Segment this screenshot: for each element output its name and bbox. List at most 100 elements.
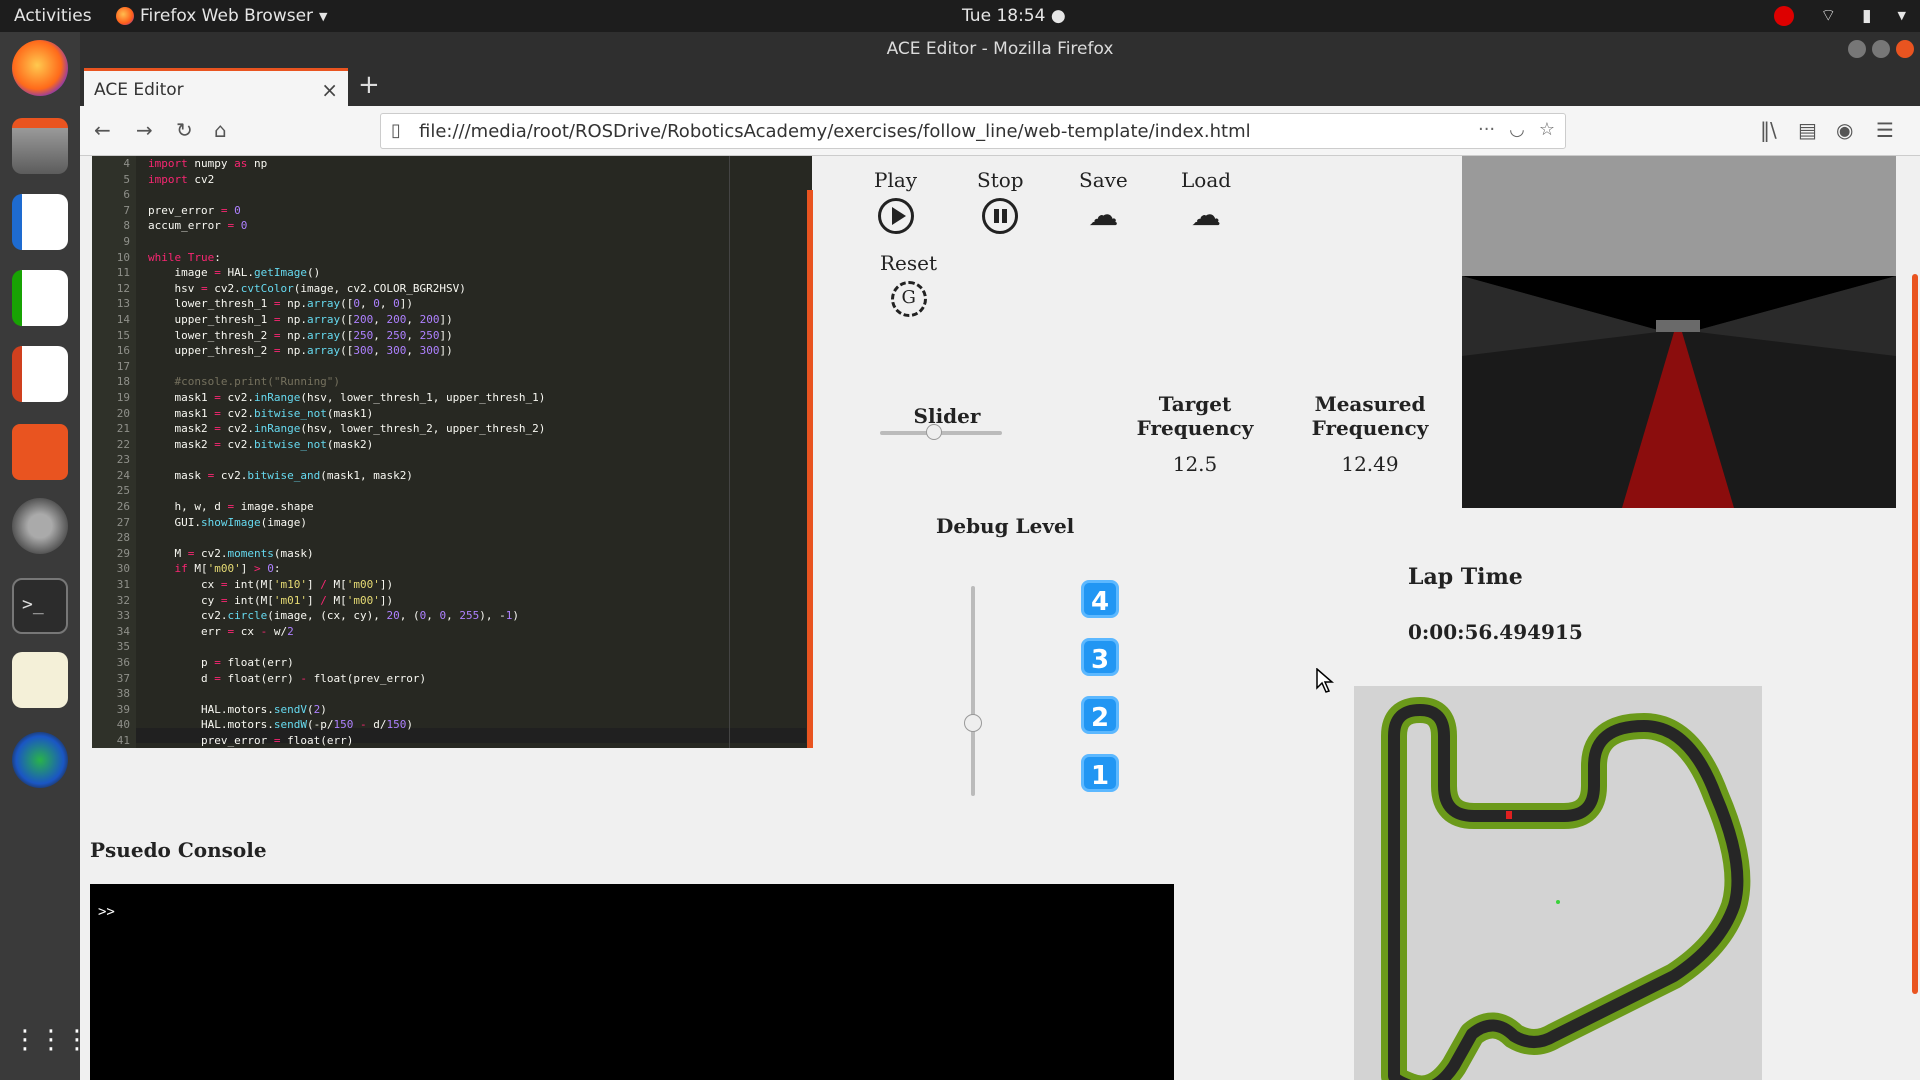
debug-level-4[interactable]: 4 [1081,580,1119,618]
code-line: hsv = cv2.cvtColor(image, cv2.COLOR_BGR2… [148,281,466,295]
reset-control[interactable]: Reset G [880,251,937,322]
hamburger-menu-icon[interactable]: ☰ [1876,118,1894,142]
line-number: 32 [116,593,130,607]
line-number: 11 [116,266,130,280]
code-line: image = HAL.getImage() [148,266,321,280]
text-editor-icon[interactable] [12,652,68,708]
debug-slider-thumb[interactable] [964,714,982,732]
dock: >_ ⋮⋮⋮ [0,32,90,1080]
close-tab-icon[interactable]: × [321,78,338,102]
line-number: 35 [116,640,130,654]
software-icon[interactable] [12,424,68,480]
tab-label: ACE Editor [94,80,184,100]
url-text: file:///media/root/ROSDrive/RoboticsAcad… [419,121,1251,142]
writer-icon[interactable] [12,194,68,250]
debug-level-2[interactable]: 2 [1081,696,1119,734]
account-icon[interactable]: ◉ [1836,118,1853,142]
target-frequency-label: Target Frequency [1110,392,1280,440]
play-icon[interactable] [877,198,914,234]
activities-button[interactable]: Activities [14,6,92,26]
bookmark-star-icon[interactable]: ☆ [1539,119,1555,140]
editor-scrollbar[interactable] [807,190,813,748]
app-menu[interactable]: Firefox Web Browser ▼ [116,6,328,26]
line-number: 26 [116,500,130,514]
page-actions-icon[interactable]: ··· [1478,119,1495,140]
play-control[interactable]: Play [874,168,917,239]
measured-frequency-value: 12.49 [1341,452,1399,476]
load-control[interactable]: Load ☁ [1181,168,1231,233]
minimize-icon[interactable] [1848,40,1866,58]
reload-icon[interactable]: ↻ [176,118,193,142]
system-tray[interactable]: ⌔ ▮ ▼ [1774,5,1906,26]
app-icon[interactable] [12,732,68,788]
slider[interactable] [880,424,1002,440]
save-control[interactable]: Save ☁ [1079,168,1128,233]
code-line: while True: [148,250,221,264]
clock-text: Tue 18:54 [962,6,1046,26]
line-gutter: 4 5 6 7 8 9 10 11 12 13 14 15 16 17 18 19 20 21 22 23 24 25 26… [92,156,136,748]
code-line: cx = int(M['m10'] / M['m00']) [148,578,394,592]
cloud-download-icon[interactable]: ☁ [1191,198,1221,233]
line-number: 17 [116,359,130,373]
stop-control[interactable]: Stop [977,168,1024,239]
new-tab-icon[interactable]: + [358,70,380,100]
line-number: 4 [123,157,130,170]
pocket-icon[interactable]: ◡ [1509,119,1525,140]
line-number: 5 [123,172,130,186]
code-editor[interactable]: 4 5 6 7 8 9 10 11 12 13 14 15 16 17 18 19 20 21 22 23 24 25 26… [92,156,812,748]
settings-icon[interactable] [12,498,68,554]
line-number: 16 [116,344,130,358]
code-line: accum_error = 0 [148,219,248,233]
calc-icon[interactable] [12,270,68,326]
camera-view [1462,156,1896,508]
library-icon[interactable]: ‖\ [1760,118,1777,142]
battery-icon: ▮ [1862,5,1872,26]
pause-icon[interactable] [982,198,1019,234]
code-line: prev_error = float(err) [148,733,354,747]
page-scrollbar[interactable] [1912,274,1918,994]
measured-frequency-label-line1: Measured [1314,392,1426,416]
load-label: Load [1181,168,1232,192]
slider-thumb[interactable] [926,424,942,440]
url-field[interactable]: ▯ file:///media/root/ROSDrive/RoboticsAc… [380,113,1566,149]
line-number: 36 [116,656,130,669]
save-label: Save [1079,168,1128,192]
maximize-icon[interactable] [1872,40,1890,58]
code-text[interactable]: import numpy as np import cv2 prev_error =… [148,156,545,748]
circuit-map [1354,686,1762,1080]
reset-icon[interactable]: G [890,281,927,317]
page-icon: ▯ [391,120,401,141]
line-number: 14 [116,312,130,326]
show-apps-icon[interactable]: ⋮⋮⋮ [12,1012,90,1068]
app-name: Firefox Web Browser [140,6,314,26]
line-number: 12 [116,281,130,295]
impress-icon[interactable] [12,346,68,402]
code-line: HAL.motors.sendV(2) [148,702,327,716]
sidebar-icon[interactable]: ▤ [1798,118,1817,142]
lap-time-value: 0:00:56.494915 [1408,620,1583,644]
home-icon[interactable]: ⌂ [214,118,227,142]
line-number: 19 [116,390,130,404]
record-icon[interactable] [1774,5,1795,26]
console-title: Psuedo Console [90,838,267,862]
cloud-upload-icon[interactable]: ☁ [1088,198,1118,233]
tab-ace-editor[interactable]: ACE Editor × [84,68,348,106]
line-number: 9 [123,234,130,248]
files-icon[interactable] [12,118,68,174]
browser-window: ACE Editor - Mozilla Firefox ACE Editor … [80,32,1920,1080]
debug-level-1[interactable]: 1 [1081,754,1119,792]
clock[interactable]: Tue 18:54 ● [962,6,1066,26]
close-window-icon[interactable] [1896,40,1914,58]
debug-level-slider[interactable] [964,586,982,796]
debug-level-3[interactable]: 3 [1081,638,1119,676]
terminal-icon[interactable]: >_ [12,578,68,634]
back-icon[interactable]: ← [94,118,111,142]
forward-icon[interactable]: → [136,118,153,142]
line-number: 41 [116,733,130,747]
code-line: p = float(err) [148,656,294,669]
line-number: 28 [116,531,130,545]
pseudo-console[interactable]: >> [90,884,1174,1080]
firefox-icon[interactable] [12,40,68,96]
code-line: M = cv2.moments(mask) [148,546,314,560]
